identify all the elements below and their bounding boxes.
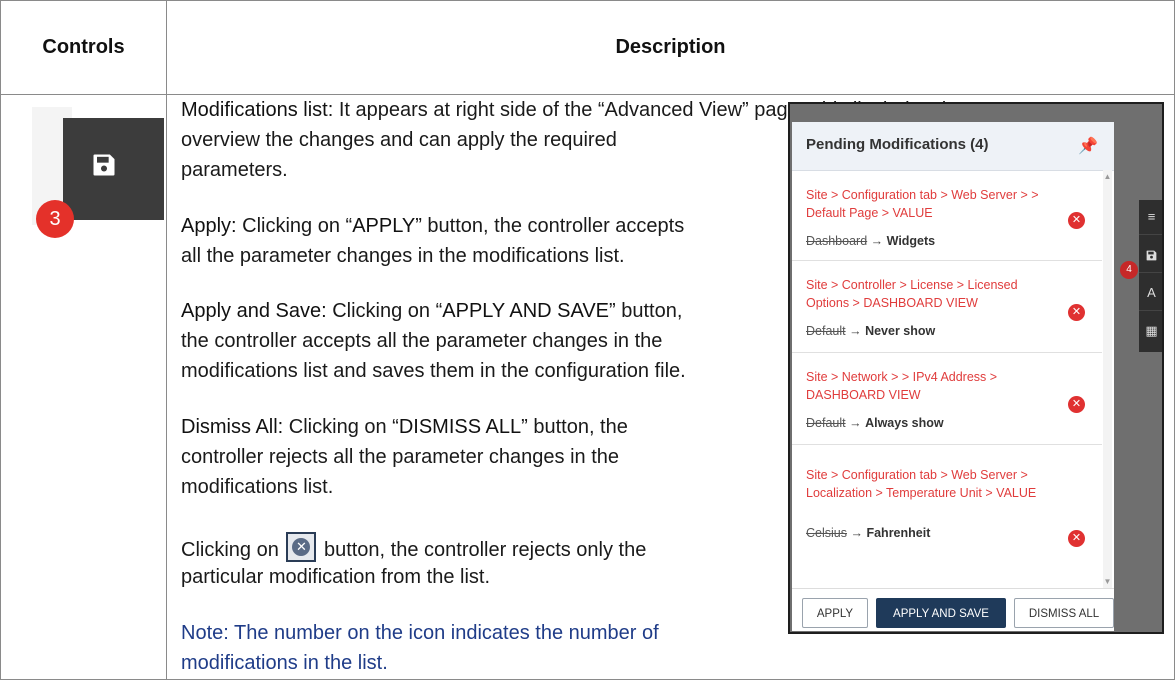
apply-line2: all the parameter changes in the modific… xyxy=(181,245,625,267)
apply-button[interactable]: APPLY xyxy=(802,598,868,628)
dismiss-line3: modifications list. xyxy=(181,476,334,498)
list-item: Site > Configuration tab > Web Server > … xyxy=(792,444,1102,588)
clicking-line2: particular modification from the list. xyxy=(181,566,491,588)
modifications-title: Modifications list xyxy=(181,99,328,121)
remove-icon: ✕ xyxy=(286,532,317,562)
scroll-down-icon[interactable]: ▼ xyxy=(1103,577,1112,586)
apply-paragraph: Apply: Clicking on “APPLY” button, the c… xyxy=(181,215,685,237)
dismiss-line2: controller rejects all the parameter cha… xyxy=(181,446,620,468)
panel-title: Pending Modifications (4) xyxy=(806,136,989,153)
controls-cell: 3 xyxy=(0,94,167,680)
dashboard-icon[interactable]: ▦ xyxy=(1139,314,1162,348)
pin-icon[interactable]: 📌 xyxy=(1078,136,1098,156)
spellcheck-icon[interactable]: A xyxy=(1139,276,1162,311)
save-icon xyxy=(93,154,115,176)
scroll-up-icon[interactable]: ▲ xyxy=(1103,172,1112,181)
remove-modification-icon[interactable]: ✕ xyxy=(1068,530,1085,547)
scrollbar[interactable]: ▲ ▼ xyxy=(1103,170,1112,588)
list-item: Site > Network > > IPv4 Address > DASHBO… xyxy=(792,352,1102,445)
filter-icon[interactable]: ≡ xyxy=(1139,200,1162,235)
apply-and-save-button[interactable]: APPLY AND SAVE xyxy=(876,598,1006,628)
apply-save-line3: modifications list and saves them in the… xyxy=(181,360,686,382)
apply-save-paragraph: Apply and Save: Clicking on “APPLY AND S… xyxy=(181,300,683,322)
save-control-thumbnail: 3 xyxy=(1,95,164,295)
apply-save-line2: the controller accepts all the parameter… xyxy=(181,330,663,352)
header-controls: Controls xyxy=(0,0,167,95)
panel-header: Pending Modifications (4) 📌 xyxy=(792,122,1114,171)
dismiss-all-button[interactable]: DISMISS ALL xyxy=(1014,598,1114,628)
panel-footer: APPLY APPLY AND SAVE DISMISS ALL xyxy=(792,588,1114,631)
modifications-count-badge: 4 xyxy=(1120,261,1138,279)
list-item: Site > Configuration tab > Web Server > … xyxy=(792,170,1102,261)
count-badge: 3 xyxy=(36,200,74,238)
remove-modification-icon[interactable]: ✕ xyxy=(1068,304,1085,321)
header-description: Description xyxy=(166,0,1175,95)
dismiss-paragraph: Dismiss All: Clicking on “DISMISS ALL” b… xyxy=(181,416,628,438)
remove-modification-icon[interactable]: ✕ xyxy=(1068,212,1085,229)
clicking-paragraph: Clicking on ✕ button, the controller rej… xyxy=(181,532,646,565)
pending-modifications-panel: Pending Modifications (4) 📌 Site > Confi… xyxy=(792,122,1114,631)
save-icon[interactable] xyxy=(1139,238,1162,273)
modifications-line2: overview the changes and can apply the r… xyxy=(181,129,617,151)
note-paragraph: Note: The number on the icon indicates t… xyxy=(181,622,659,644)
pending-modifications-screenshot: Pending Modifications (4) 📌 Site > Confi… xyxy=(788,102,1164,634)
list-item: Site > Controller > License > Licensed O… xyxy=(792,260,1102,353)
remove-modification-icon[interactable]: ✕ xyxy=(1068,396,1085,413)
note-line2: modifications in the list. xyxy=(181,652,388,674)
modifications-line3: parameters. xyxy=(181,159,288,181)
side-toolbar: ≡ A ▦ xyxy=(1139,200,1162,352)
